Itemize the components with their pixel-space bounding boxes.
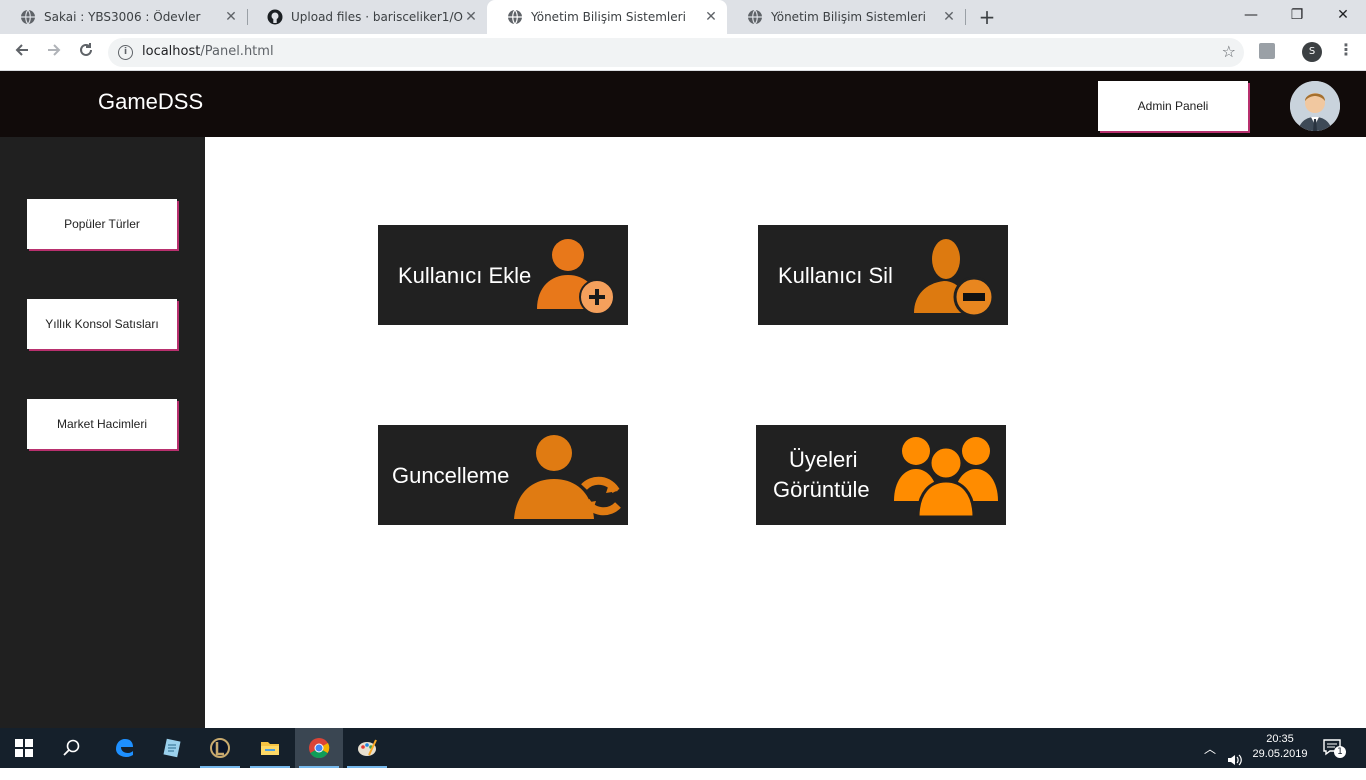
folder-icon [261,742,279,755]
tab-title: Yönetim Bilişim Sistemleri [771,10,926,24]
tab-title: Yönetim Bilişim Sistemleri [531,10,686,24]
sidebar-item-popular-genres[interactable]: Popüler Türler [27,199,177,249]
update-user-tile[interactable]: Guncelleme [378,425,628,525]
close-tab-icon[interactable]: ✕ [463,9,479,25]
windows-taskbar: ︿ 20:35 29.05.2019 1 [0,728,1366,768]
close-tab-icon[interactable]: ✕ [703,9,719,25]
extension-icon[interactable] [1259,43,1275,59]
taskbar-clock[interactable]: 20:35 29.05.2019 [1246,732,1314,762]
search-button[interactable] [48,728,96,768]
arrow-left-icon [15,44,28,56]
user-avatar-icon [1290,81,1340,131]
tile-label: Kullanıcı Ekle [398,263,532,288]
browser-tab-sakai[interactable]: Sakai : YBS3006 : Ödevler ✕ [0,0,247,34]
notepad-icon [163,738,181,758]
globe-icon [21,9,35,25]
tile-label-line1: Üyeleri [789,447,858,472]
taskbar-chrome[interactable] [295,728,343,768]
github-icon [267,9,283,25]
tab-separator [965,9,966,25]
brand-logo[interactable]: GameDSS [98,89,203,115]
browser-tab-github[interactable]: Upload files · barisceliker1/Oyun ✕ [247,0,487,34]
sidebar: Popüler Türler Yıllık Konsol Satısları M… [0,137,205,728]
info-icon[interactable]: i [118,45,133,60]
taskbar-league[interactable] [196,728,244,768]
globe-icon [508,9,522,25]
user-avatar[interactable] [1290,81,1340,131]
restore-button[interactable]: ❐ [1274,0,1320,30]
tile-label: Kullanıcı Sil [778,263,893,288]
tray-chevron-icon[interactable]: ︿ [1204,740,1216,780]
sidebar-item-console-sales[interactable]: Yıllık Konsol Satısları [27,299,177,349]
view-members-tile[interactable]: Üyeleri Görüntüle [756,425,1006,525]
paint-icon [358,739,377,756]
browser-tab-ybs[interactable]: Yönetim Bilişim Sistemleri ✕ [727,0,965,34]
admin-panel-button[interactable]: Admin Paneli [1098,81,1248,131]
window-close-button[interactable]: ✕ [1320,0,1366,30]
user-refresh-icon [514,435,621,519]
browser-tab-active[interactable]: Yönetim Bilişim Sistemleri ✕ [487,0,727,34]
back-button[interactable] [8,39,36,67]
browser-tab-strip: Sakai : YBS3006 : Ödevler ✕ Upload files… [0,0,1366,34]
start-button[interactable] [0,728,48,768]
reload-button[interactable] [72,39,100,67]
tile-label: Guncelleme [392,463,510,488]
add-user-tile[interactable]: Kullanıcı Ekle [378,225,628,325]
close-tab-icon[interactable]: ✕ [941,9,957,25]
edge-icon [116,739,133,757]
tile-label-line2: Görüntüle [773,477,870,502]
users-group-icon [894,437,998,519]
bookmark-star-icon[interactable]: ☆ [1222,42,1236,61]
user-add-icon [537,239,615,315]
url-host: localhost [142,44,201,59]
browser-toolbar: i localhost/Panel.html ☆ [0,34,1366,71]
arrow-right-icon [48,44,61,56]
reload-icon [80,43,92,56]
league-icon [210,738,230,758]
sidebar-item-market-volume[interactable]: Market Hacimleri [27,399,177,449]
new-tab-button[interactable]: + [975,5,999,29]
volume-icon[interactable] [1226,740,1242,780]
site-header: GameDSS Admin Paneli [0,71,1366,137]
clock-date: 29.05.2019 [1252,748,1308,760]
clock-time: 20:35 [1266,733,1294,745]
address-bar[interactable]: i localhost/Panel.html ☆ [108,38,1244,67]
taskbar-edge[interactable] [100,728,148,768]
globe-icon [748,9,762,25]
windows-logo-icon [15,739,33,757]
delete-user-tile[interactable]: Kullanıcı Sil [758,225,1008,325]
user-remove-icon [914,239,995,318]
forward-button[interactable] [40,39,68,67]
taskbar-notepad[interactable] [148,728,196,768]
url-text[interactable]: localhost/Panel.html [142,44,274,59]
taskbar-paint[interactable] [343,728,391,768]
taskbar-explorer[interactable] [246,728,294,768]
chrome-icon [309,738,330,759]
profile-avatar[interactable]: S [1302,42,1322,62]
more-menu-icon[interactable]: ⋮ [1338,40,1354,59]
url-path: /Panel.html [200,44,274,59]
notification-count-badge: 1 [1334,746,1346,758]
search-icon [63,739,80,756]
tab-title: Upload files · barisceliker1/Oyun [291,10,463,24]
notification-center-button[interactable]: 1 [1322,738,1346,760]
tab-title: Sakai : YBS3006 : Ödevler [44,10,201,24]
minimize-button[interactable]: — [1228,0,1274,30]
close-tab-icon[interactable]: ✕ [223,9,239,25]
